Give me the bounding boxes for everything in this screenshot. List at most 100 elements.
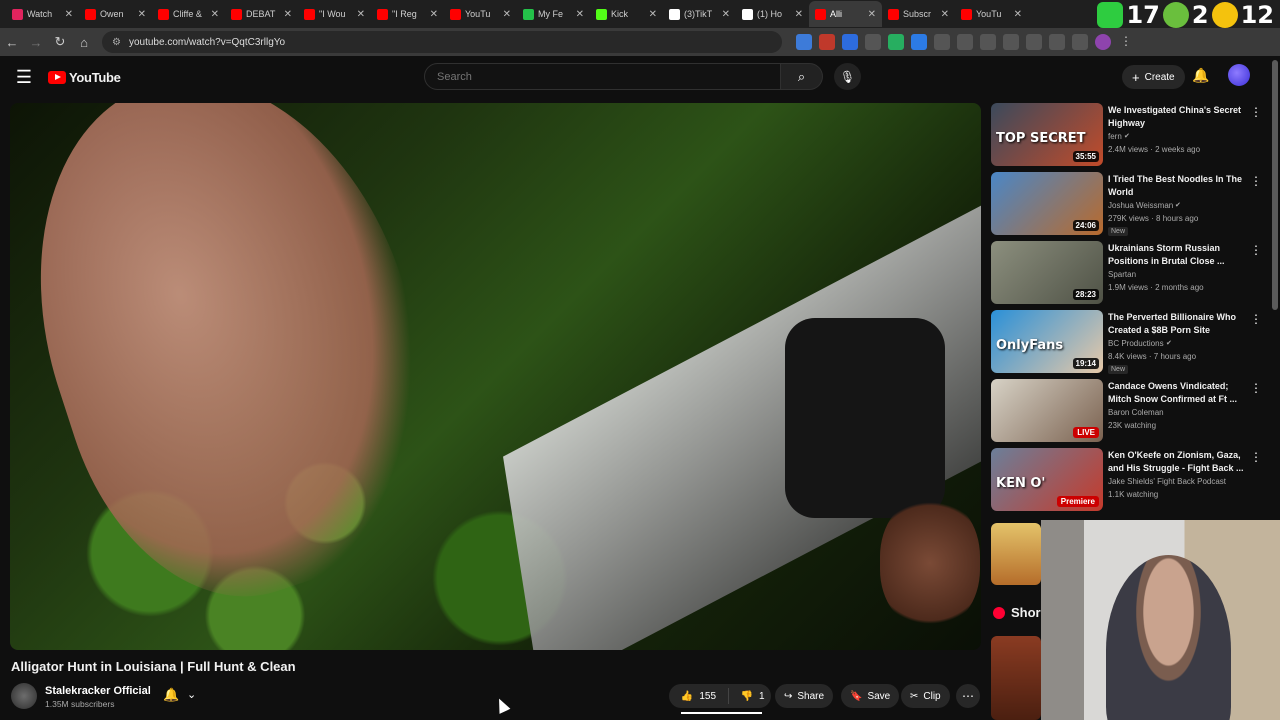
extension-icon[interactable] [1026,34,1042,50]
browser-tab[interactable]: Owen ✕ [79,1,152,27]
extension-icon[interactable] [957,34,973,50]
url-field[interactable]: ⚙ youtube.com/watch?v=QqtC3rllgYo [102,31,782,53]
extension-icon[interactable] [888,34,904,50]
more-options-icon[interactable]: ⋮ [1250,105,1262,119]
recommendation-thumbnail[interactable]: 24:06 [991,172,1103,235]
extension-icon[interactable] [911,34,927,50]
recommendation-thumbnail[interactable]: 28:23 [991,241,1103,304]
reload-icon[interactable]: ↻ [48,34,72,50]
subscription-bell-icon[interactable]: 🔔 [163,687,179,703]
tab-close-icon[interactable]: ✕ [211,9,219,20]
voice-search-button[interactable]: 🎙 [834,63,861,90]
browser-tab[interactable]: Subscr ✕ [882,1,955,27]
forward-icon[interactable]: → [24,35,48,50]
more-options-icon[interactable]: ⋮ [1250,450,1262,464]
more-actions-icon[interactable]: ⋯ [956,684,980,708]
more-options-icon[interactable]: ⋮ [1250,243,1262,257]
verified-icon: ✔ [1124,133,1130,140]
profile-icon[interactable] [1095,34,1111,50]
browser-tab[interactable]: Alli ✕ [809,1,882,27]
tab-favicon-icon [596,8,607,20]
browser-tab[interactable]: "I Reg ✕ [371,1,444,27]
more-options-icon[interactable]: ⋮ [1250,174,1262,188]
recommendation-thumbnail[interactable]: LIVE [991,379,1103,442]
browser-tab[interactable]: (3)TikT ✕ [663,1,736,27]
video-player[interactable] [10,103,981,650]
tab-close-icon[interactable]: ✕ [941,9,949,20]
notifications-bell-icon[interactable]: 🔔 [1192,67,1209,84]
microphone-icon: 🎙 [839,69,856,84]
share-button[interactable]: ↪ Share [775,684,834,708]
live-badge: Premiere [1056,496,1099,507]
duration-badge: 19:14 [1072,358,1099,369]
browser-tab[interactable]: "I Wou ✕ [298,1,371,27]
tab-close-icon[interactable]: ✕ [795,9,803,20]
extension-icon[interactable] [934,34,950,50]
tab-label: (3)TikT [684,9,713,19]
browser-tab[interactable]: Cliffe & ✕ [152,1,225,27]
recommendation-item[interactable]: OnlyFans 19:14 The Perverted Billionaire W… [991,310,1276,379]
back-icon[interactable]: ← [0,35,24,50]
chevron-down-icon[interactable]: ⌄ [187,688,196,701]
channel-name[interactable]: Stalekracker Official [45,685,151,697]
more-options-icon[interactable]: ⋮ [1250,381,1262,395]
more-options-icon[interactable]: ⋮ [1250,312,1262,326]
recommendation-item[interactable]: TOP SECRET 35:55 We Investigated China's S… [991,103,1276,172]
like-button[interactable]: 👍 155 [669,688,729,704]
tab-label: Alli [830,9,843,19]
extension-icon[interactable] [1072,34,1088,50]
browser-tab[interactable]: Kick ✕ [590,1,663,27]
browser-tab[interactable]: YouTu ✕ [955,1,1028,27]
recommendation-item[interactable]: LIVE Candace Owens Vindicated; Mitch Snow… [991,379,1276,448]
recommendation-thumbnail[interactable]: KEN O' Premiere [991,448,1103,511]
search-input[interactable] [424,63,781,90]
page-scrollbar[interactable] [1272,60,1278,310]
extension-icon[interactable] [796,34,812,50]
site-info-icon[interactable]: ⚙ [112,37,121,48]
browser-tab[interactable]: YouTu ✕ [444,1,517,27]
tab-close-icon[interactable]: ✕ [284,9,292,20]
extension-icon[interactable] [1003,34,1019,50]
extension-icon[interactable] [842,34,858,50]
tab-label: "I Reg [392,9,417,19]
tab-close-icon[interactable]: ✕ [65,9,73,20]
recommendation-meta: 279K views · 8 hours ago [1108,214,1199,223]
extension-icon[interactable] [819,34,835,50]
recommendation-channel: Jake Shields' Fight Back Podcast [1108,477,1227,486]
dislike-button[interactable]: 👎 1 [734,691,771,702]
shorts-thumbnail[interactable] [991,523,1041,585]
account-avatar[interactable] [1228,64,1250,86]
recommendation-thumbnail[interactable]: TOP SECRET 35:55 [991,103,1103,166]
menu-icon[interactable]: ☰ [0,67,48,88]
browser-tab[interactable]: (1) Ho ✕ [736,1,809,27]
channel-avatar[interactable] [11,683,37,709]
tab-close-icon[interactable]: ✕ [576,9,584,20]
recommendation-item[interactable]: KEN O' Premiere Ken O'Keefe on Zionism, Ga… [991,448,1276,517]
tab-close-icon[interactable]: ✕ [722,9,730,20]
clip-button[interactable]: ✂ Clip [901,684,950,708]
recommendation-item[interactable]: 28:23 Ukrainians Storm Russian Positions … [991,241,1276,310]
tab-close-icon[interactable]: ✕ [503,9,511,20]
browser-tab[interactable]: DEBAT ✕ [225,1,298,27]
recommendation-item[interactable]: 24:06 I Tried The Best Noodles In The Wor… [991,172,1276,241]
tab-close-icon[interactable]: ✕ [357,9,365,20]
browser-tab[interactable]: Watch ✕ [6,1,79,27]
browser-tab[interactable]: My Fe ✕ [517,1,590,27]
shorts-thumbnail[interactable] [991,636,1041,720]
create-button[interactable]: + Create [1122,65,1185,89]
tab-close-icon[interactable]: ✕ [868,9,876,20]
extension-icon[interactable] [980,34,996,50]
save-button[interactable]: 🔖 Save [841,684,900,708]
like-count: 155 [699,690,717,702]
tab-close-icon[interactable]: ✕ [1014,9,1022,20]
extension-icon[interactable] [1049,34,1065,50]
youtube-logo[interactable]: YouTube [48,70,121,85]
recommendation-thumbnail[interactable]: OnlyFans 19:14 [991,310,1103,373]
tab-close-icon[interactable]: ✕ [430,9,438,20]
home-icon[interactable]: ⌂ [72,35,96,50]
tab-close-icon[interactable]: ✕ [649,9,657,20]
tab-close-icon[interactable]: ✕ [138,9,146,20]
browser-menu-icon[interactable]: ⋮ [1118,34,1134,50]
search-button[interactable]: ⌕ [781,63,823,90]
extension-icon[interactable] [865,34,881,50]
